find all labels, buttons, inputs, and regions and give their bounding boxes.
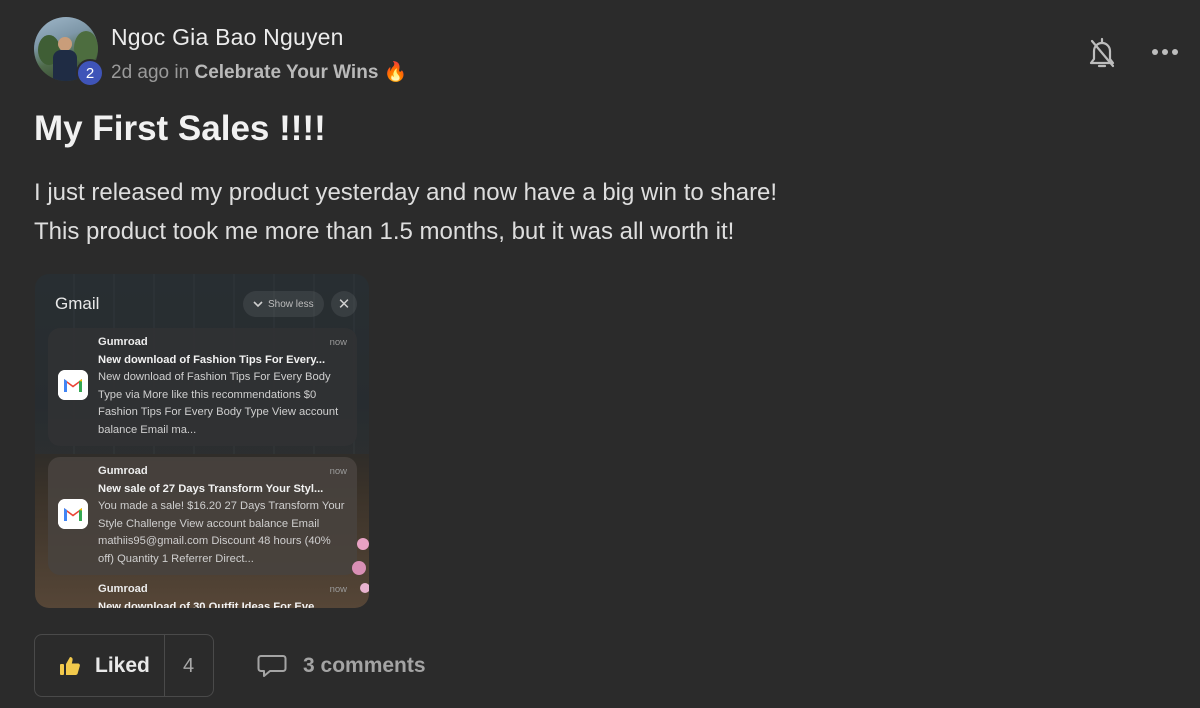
post-time: 2d ago [111, 62, 170, 83]
gmail-icon [58, 499, 88, 529]
notification-sender: Gumroad [98, 465, 148, 477]
comments-label: 3 comments [303, 654, 426, 677]
gmail-icon [58, 370, 88, 400]
post-body-line: I just released my product yesterday and… [34, 179, 778, 206]
bell-off-icon[interactable] [1087, 36, 1117, 70]
show-less-label: Show less [268, 298, 314, 310]
flower-decoration [352, 538, 369, 593]
author-name[interactable]: Ngoc Gia Bao Nguyen [111, 24, 344, 51]
like-count[interactable]: 4 [183, 655, 194, 678]
show-less-button: Show less [243, 291, 324, 317]
thumbs-up-icon [60, 657, 80, 675]
fire-icon: 🔥 [383, 62, 408, 83]
close-icon: ✕ [331, 291, 357, 317]
post-body: I just released my product yesterday and… [34, 173, 777, 251]
level-badge: 2 [76, 59, 104, 87]
more-horizontal-icon[interactable] [1148, 38, 1182, 66]
notification-body: You made a sale! $16.20 27 Days Transfor… [98, 500, 345, 565]
notification-sender: Gumroad [98, 336, 148, 348]
notification-card: now Gumroad New sale of 27 Days Transfor… [48, 457, 357, 575]
notification-card: now Gumroad New download of Fashion Tips… [48, 328, 357, 446]
liked-label: Liked [95, 654, 150, 677]
post-meta: 2d ago in Celebrate Your Wins 🔥 [111, 60, 407, 84]
like-button[interactable]: Liked 4 [34, 634, 214, 697]
notification-sender: Gumroad [98, 583, 148, 595]
post-image[interactable]: Gmail Show less ✕ now Gumroad New downlo… [35, 274, 369, 608]
post-card: 2 Ngoc Gia Bao Nguyen 2d ago in Celebrat… [0, 0, 1200, 708]
notification-body: New download of Fashion Tips For Every B… [98, 371, 339, 436]
post-body-line: This product took me more than 1.5 month… [34, 218, 735, 245]
comment-icon [257, 655, 287, 677]
comments-button[interactable]: 3 comments [257, 650, 426, 682]
post-title: My First Sales !!!! [34, 109, 326, 148]
notification-subject: New download of 30 Outfit Ideas For Eve.… [98, 600, 324, 608]
gmail-app-name: Gmail [55, 294, 100, 313]
notification-card: now Gumroad New download of 30 Outfit Id… [48, 575, 357, 608]
like-divider [164, 635, 165, 696]
notification-subject: New sale of 27 Days Transform Your Styl.… [98, 482, 324, 495]
author-avatar-group[interactable]: 2 [34, 17, 104, 87]
in-word: in [174, 62, 190, 83]
chevron-down-icon [253, 300, 263, 307]
category-link[interactable]: Celebrate Your Wins [194, 62, 378, 83]
notification-subject: New download of Fashion Tips For Every..… [98, 353, 326, 366]
